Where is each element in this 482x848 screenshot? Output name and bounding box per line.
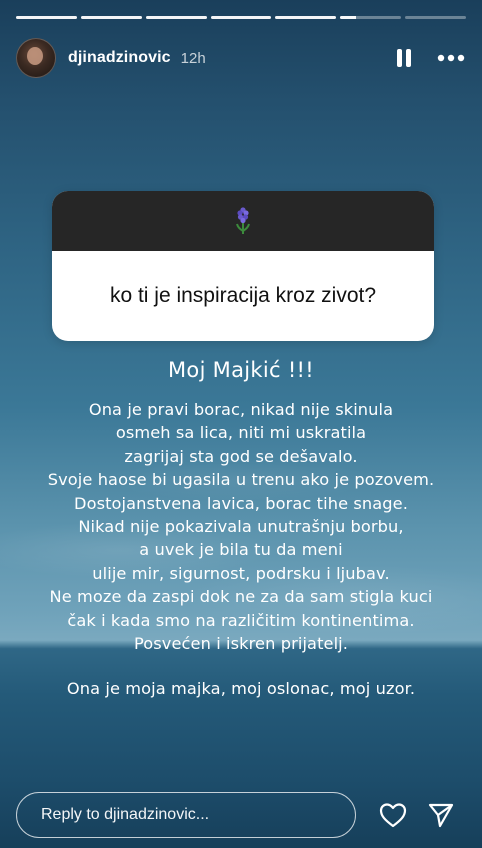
progress-segment (145, 16, 207, 19)
story-closing-line: Ona je moja majka, moj oslonac, moj uzor… (66, 679, 416, 699)
more-horizontal-icon (437, 54, 465, 62)
hyacinth-icon (236, 207, 250, 234)
story-text-block: Moj Majkić !!! Ona je pravi borac, nikad… (0, 358, 482, 701)
progress-segment (16, 16, 77, 19)
pause-icon (397, 49, 411, 67)
send-icon (428, 803, 454, 828)
progress-fill (340, 16, 356, 19)
progress-segment-current (340, 16, 402, 19)
post-time: 12h (180, 49, 206, 67)
story-header: djinadzinovic 12h (16, 38, 466, 78)
story-line: Posvećen i iskren prijatelj. (133, 634, 349, 654)
question-text: ko ti je inspiracija kroz zivot? (109, 284, 377, 307)
story-line: Svoje haose bi ugasila u trenu ako je po… (47, 470, 435, 490)
story-line: Ona je pravi borac, nikad nije skinula (88, 400, 394, 419)
story-line: ulije mir, sigurnost, podrsku i ljubav. (92, 563, 390, 583)
progress-segment (405, 16, 467, 19)
story-progress-bar (16, 16, 467, 19)
story-line: Dostojanstvena lavica, borac tihe snage. (74, 493, 408, 513)
username[interactable]: djinadzinovic (68, 49, 171, 67)
progress-segment (80, 16, 142, 19)
avatar[interactable] (16, 38, 56, 78)
story-line: Ne moze da zaspi dok ne za da sam stigla… (49, 587, 433, 607)
reply-bar: Reply to djinadzinovic... (16, 790, 466, 840)
reply-placeholder: Reply to djinadzinovic... (41, 806, 210, 823)
progress-segment (275, 16, 337, 19)
like-button[interactable] (378, 800, 408, 830)
progress-segment (210, 16, 272, 19)
question-sticker[interactable]: 🪻 ko ti je inspiracija kroz zivot? (52, 191, 434, 341)
more-options-button[interactable] (436, 46, 466, 70)
reply-input[interactable]: Reply to djinadzinovic... (16, 792, 356, 838)
story-line: Nikad nije pokazivala unutrašnju borbu, (78, 517, 404, 537)
pause-button[interactable] (392, 46, 416, 70)
story-line: a uvek je bila tu da meni (139, 540, 343, 560)
story-line: osmeh sa lica, niti mi uskratila (115, 423, 367, 443)
question-sticker-header: 🪻 (52, 191, 434, 251)
heart-icon (379, 803, 407, 828)
story-line: zagrijaj sta god se dešavalo. (124, 446, 358, 466)
story-title: Moj Majkić !!! (168, 358, 314, 382)
story-line: čak i kada smo na različitim kontinentim… (67, 610, 415, 630)
send-button[interactable] (426, 800, 456, 830)
